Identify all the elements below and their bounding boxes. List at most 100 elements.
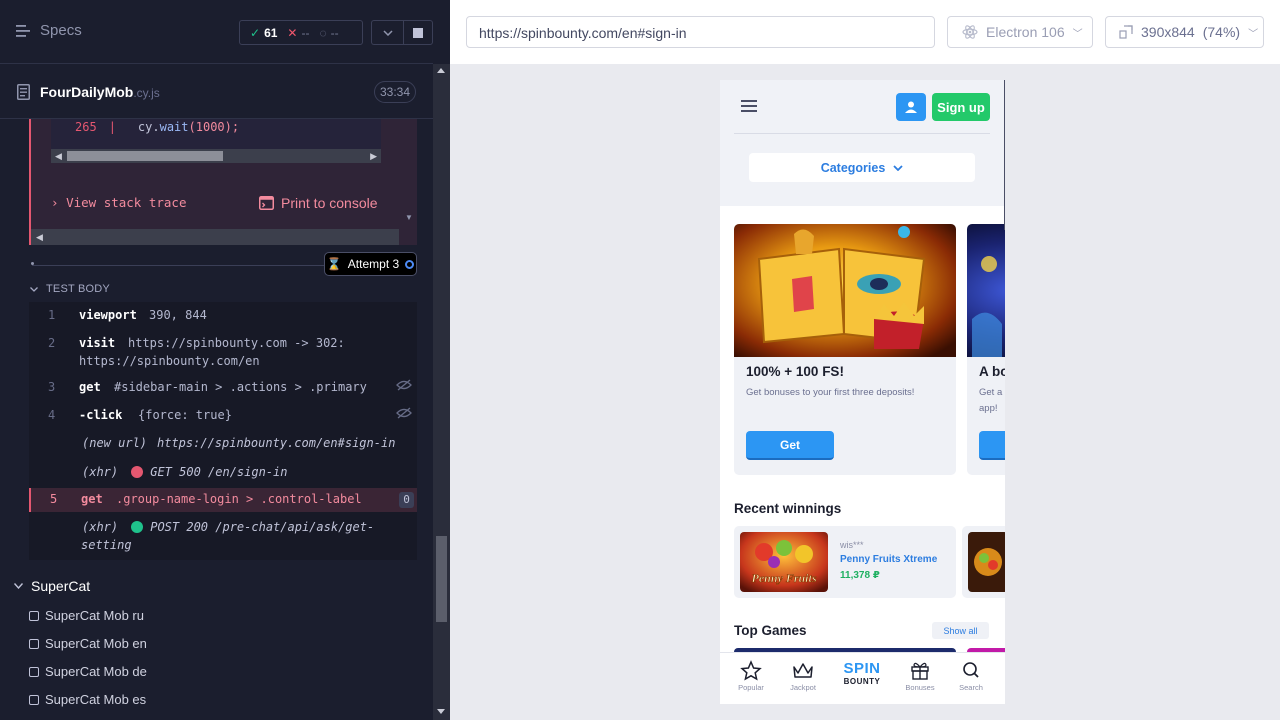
check-icon: ✓ <box>250 25 261 40</box>
promo-get-button[interactable]: Get <box>746 431 834 460</box>
print-to-console-button[interactable]: Print to console <box>259 195 378 211</box>
browser-selector[interactable]: Electron 106 ﹀ <box>947 16 1093 48</box>
url-bar[interactable]: https://spinbounty.com/en#sign-in <box>466 16 935 48</box>
command-event-row[interactable]: (xhr) POST 200 /pre-chat/api/ask/get- se… <box>29 520 417 560</box>
scroll-down-arrow-icon[interactable] <box>437 709 445 714</box>
command-event-row[interactable]: (new url) https://spinbounty.com/en#sign… <box>29 436 417 460</box>
attempt-tag[interactable]: ⌛ Attempt 3 <box>324 252 417 276</box>
hourglass-icon: ⌛ <box>326 257 342 271</box>
scrollbar-thumb[interactable] <box>67 151 223 161</box>
test-body-header[interactable]: TEST BODY <box>30 283 110 295</box>
show-all-button[interactable]: Show all <box>932 622 989 639</box>
nav-popular[interactable]: Popular <box>726 659 776 692</box>
viewport-selector[interactable]: 390x844 (74%) ﹀ <box>1105 16 1264 48</box>
code-object: cy. <box>137 120 160 134</box>
xhr-status: GET 500 /en/sign-in <box>131 465 288 479</box>
command-row[interactable]: 1 viewport 390, 844 <box>29 308 417 332</box>
element-count-badge: 0 <box>399 492 414 508</box>
error-horizontal-scrollbar[interactable]: ◀ <box>31 229 399 245</box>
test-item[interactable]: SuperCat Mob es <box>29 692 146 707</box>
test-title: SuperCat Mob de <box>45 664 147 679</box>
game-thumbnail: Penny Fruits <box>740 532 828 592</box>
test-item[interactable]: SuperCat Mob en <box>29 636 147 651</box>
code-line-marker: | <box>108 120 116 134</box>
specs-menu-icon <box>16 24 30 37</box>
attempt-label: Attempt 3 <box>347 257 400 271</box>
command-row-failed[interactable]: 5 get .group-name-login > .control-label… <box>29 488 417 512</box>
event-message: https://spinbounty.com/en#sign-in <box>157 436 396 450</box>
command-row[interactable]: 4 -click {force: true} <box>29 407 417 432</box>
viewport-size: 390x844 <box>1141 24 1195 40</box>
success-dot-icon <box>131 521 143 533</box>
nav-jackpot[interactable]: Jackpot <box>778 659 828 692</box>
pending-square-icon <box>29 694 39 705</box>
chevron-down-icon: ﹀ <box>1072 28 1083 40</box>
code-args: (1000); <box>188 120 240 134</box>
signup-button[interactable]: Sign up <box>932 93 990 121</box>
stop-button[interactable] <box>403 20 433 45</box>
document-icon <box>17 84 30 100</box>
scroll-left-arrow-icon[interactable]: ◀ <box>36 232 43 243</box>
failed-count: -- <box>301 25 310 40</box>
chevron-right-icon: › <box>51 195 59 210</box>
chevron-down-icon <box>893 164 903 171</box>
event-label: (xhr) <box>82 465 119 479</box>
scroll-right-arrow-icon[interactable]: ▶ <box>370 151 377 162</box>
command-event-row[interactable]: (xhr) GET 500 /en/sign-in <box>29 465 417 489</box>
command-row[interactable]: 2 visit https://spinbounty.com -> 302: h… <box>29 336 417 374</box>
eye-slash-icon <box>396 379 412 391</box>
reporter-header: Specs ✓ 61 ✕ -- ◌ -- <box>0 0 433 64</box>
command-number: 2 <box>48 336 56 350</box>
test-item[interactable]: SuperCat Mob de <box>29 664 147 679</box>
event-label: (xhr) <box>82 520 119 534</box>
code-method: wait <box>159 120 189 134</box>
nav-search[interactable]: Search <box>946 659 996 692</box>
app-content: 100% + 100 FS! Get bonuses to your first… <box>720 206 1005 704</box>
stats-summary: ✓ 61 ✕ -- ◌ -- <box>239 20 363 45</box>
recent-winnings-title: Recent winnings <box>734 501 842 516</box>
event-message: POST 200 /pre-chat/api/ask/get- <box>150 520 375 534</box>
event-message: GET 500 /en/sign-in <box>150 465 288 479</box>
failed-stat: ✕ -- <box>277 26 309 40</box>
toggle-auto-scroll-button[interactable] <box>371 20 403 45</box>
bottom-navigation: Popular Jackpot SPIN BOUNTY Bonuses Sear… <box>720 652 1005 704</box>
categories-dropdown[interactable]: Categories <box>749 153 975 182</box>
test-item[interactable]: SuperCat Mob ru <box>29 608 144 623</box>
promo-image <box>967 224 1005 357</box>
logo-spin-text: SPIN <box>843 660 881 677</box>
spec-file-name[interactable]: FourDailyMob.cy.js <box>40 84 160 100</box>
nav-bonuses[interactable]: Bonuses <box>895 659 945 692</box>
specs-button[interactable]: Specs <box>16 22 82 39</box>
reporter-scrollbar[interactable] <box>433 64 450 720</box>
view-stack-trace-button[interactable]: › View stack trace <box>51 195 186 210</box>
promo-card[interactable]: 100% + 100 FS! Get bonuses to your first… <box>734 224 956 475</box>
command-row[interactable]: 3 get #sidebar-main > .actions > .primar… <box>29 379 417 404</box>
hamburger-menu-icon[interactable] <box>741 100 757 115</box>
cypress-reporter: Specs ✓ 61 ✕ -- ◌ -- FourDailyMob.cy.js … <box>0 0 450 720</box>
promo-description: Get bonuses to your first three deposits… <box>746 387 915 398</box>
scrollbar-thumb[interactable] <box>436 536 447 622</box>
promo-deposit-button[interactable]: De <box>979 431 1005 460</box>
divider <box>734 133 990 134</box>
attempt-status-icon <box>405 259 415 269</box>
scroll-left-arrow-icon[interactable]: ◀ <box>55 151 62 162</box>
app-viewport: Sign up Categories 100% + 100 FS! Get bo… <box>720 80 1005 704</box>
command-number: 5 <box>50 492 58 506</box>
scroll-down-arrow-icon[interactable]: ▼ <box>405 213 413 222</box>
code-horizontal-scrollbar[interactable]: ◀ ▶ <box>51 149 381 163</box>
command-name: visit <box>79 336 116 350</box>
chevron-down-icon <box>382 29 393 36</box>
winner-username: wis*** <box>840 540 864 550</box>
login-button[interactable] <box>896 93 926 121</box>
scroll-up-arrow-icon[interactable] <box>437 68 445 73</box>
app-scrollbar[interactable] <box>1004 80 1005 230</box>
promo-card[interactable]: A bo Get a app! De <box>967 224 1005 475</box>
winning-game-name[interactable]: Penny Fruits Xtreme <box>840 554 937 565</box>
spinbounty-logo[interactable]: SPIN BOUNTY <box>832 660 892 687</box>
winning-card[interactable]: Penny Fruits wis*** Penny Fruits Xtreme … <box>734 526 956 598</box>
categories-label: Categories <box>820 160 886 175</box>
spec-file-row: FourDailyMob.cy.js 33:34 <box>0 64 433 119</box>
winning-card[interactable] <box>962 526 1005 598</box>
suite-row[interactable]: SuperCat <box>14 578 90 594</box>
command-message: {force: true} <box>138 408 232 422</box>
